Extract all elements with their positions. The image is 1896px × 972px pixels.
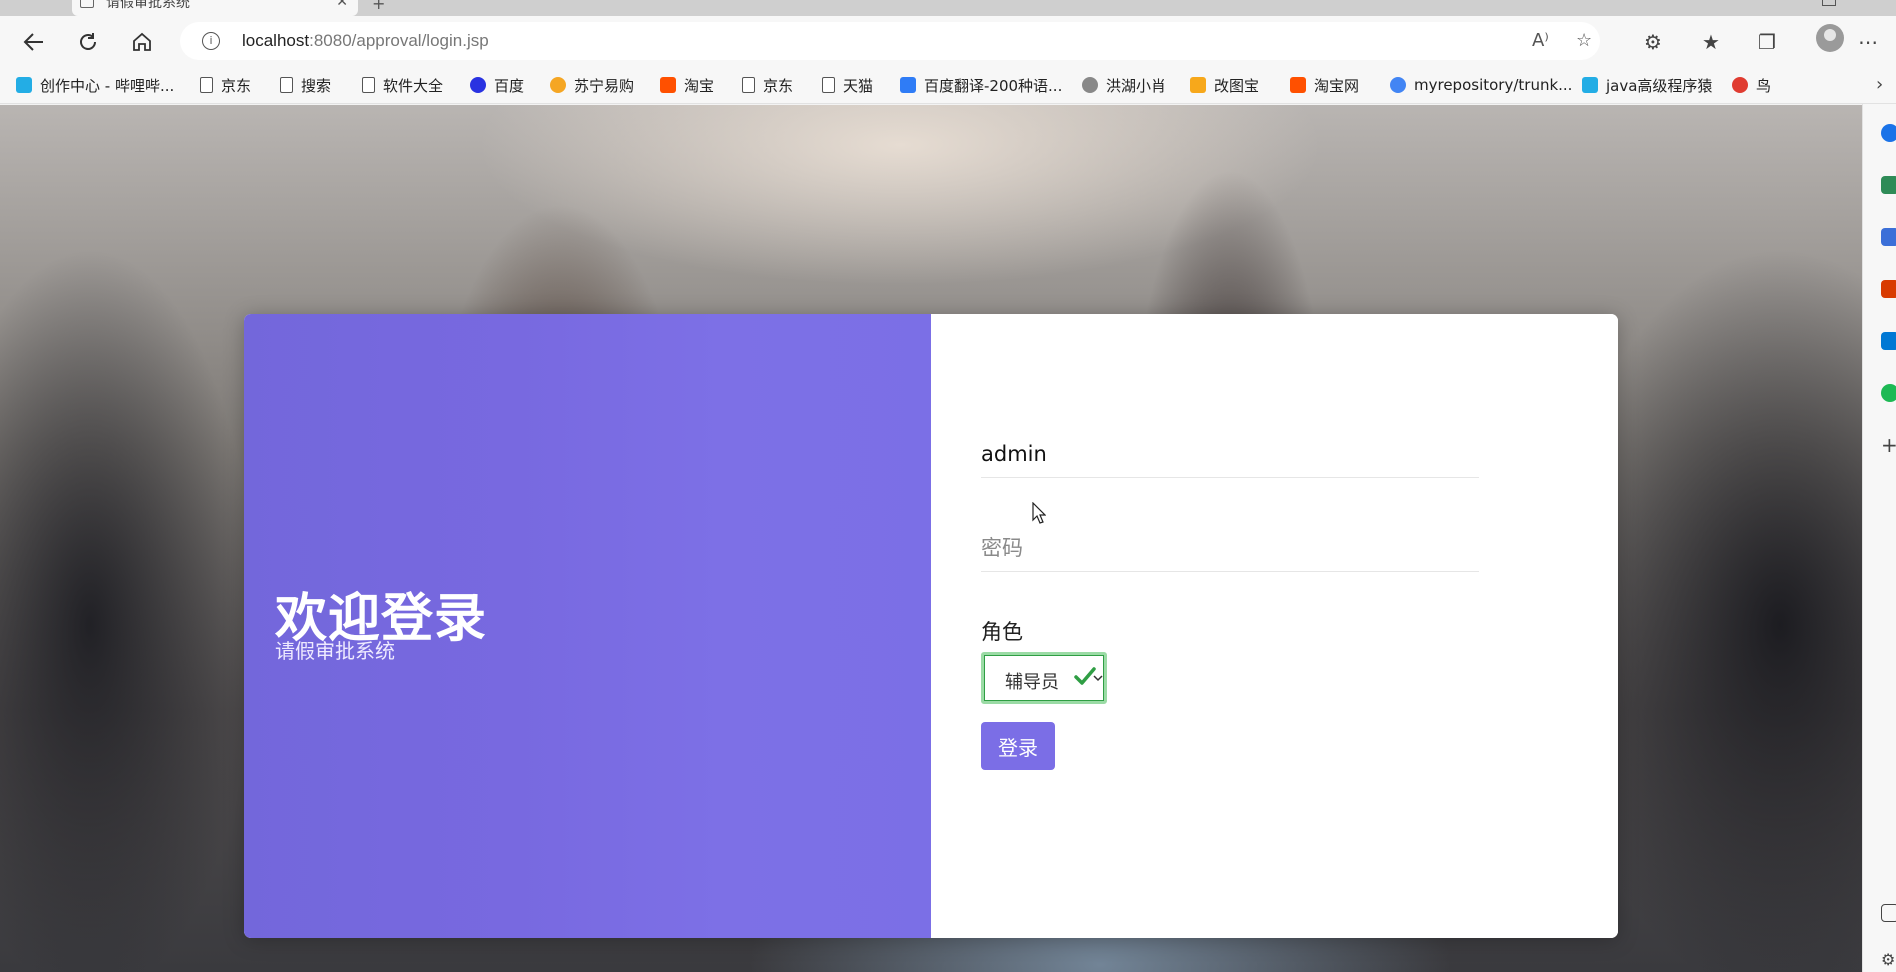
password-input[interactable]: [981, 524, 1479, 572]
collections-icon[interactable]: ❐: [1758, 30, 1776, 54]
add-icon[interactable]: +: [1881, 435, 1896, 455]
page-icon: [80, 0, 94, 8]
bookmark-item[interactable]: 天猫: [822, 75, 873, 95]
bookmark-item[interactable]: 苏宁易购: [550, 75, 634, 95]
bookmark-item[interactable]: 洪湖小肖: [1082, 75, 1166, 95]
more-menu-icon[interactable]: ⋯: [1858, 30, 1878, 54]
spotify-icon[interactable]: [1881, 384, 1896, 402]
bookmark-item[interactable]: 软件大全: [362, 75, 443, 95]
bilibili-icon: [16, 77, 32, 93]
outlook-icon[interactable]: [1881, 332, 1896, 350]
login-form: 角色 辅导员 登录: [931, 314, 1618, 938]
bookmark-item[interactable]: 淘宝: [660, 75, 714, 95]
bookmark-item[interactable]: 京东: [742, 75, 793, 95]
profile-avatar[interactable]: [1816, 24, 1844, 52]
chevron-down-icon: [1093, 675, 1103, 682]
role-label: 角色: [981, 620, 1023, 644]
login-button[interactable]: 登录: [981, 722, 1055, 770]
bookmark-item[interactable]: 搜索: [280, 75, 331, 95]
role-select-box[interactable]: 辅导员: [984, 655, 1104, 701]
chrome-icon: [1390, 77, 1406, 93]
taobao-icon: [1290, 77, 1306, 93]
page-icon: [200, 77, 213, 93]
address-bar[interactable]: i localhost:8080/approval/login.jsp A⁾ ☆: [180, 22, 1600, 60]
favorites-icon[interactable]: ★: [1702, 30, 1720, 54]
bookmarks-bar: 创作中心 - 哔哩哔... 京东 搜索 软件大全 百度 苏宁易购 淘宝 京东 天…: [0, 66, 1896, 104]
add-favorite-icon[interactable]: ☆: [1576, 30, 1592, 51]
bookmark-item[interactable]: 百度翻译-200种语...: [900, 75, 1062, 95]
read-aloud-icon[interactable]: A⁾: [1532, 30, 1549, 51]
bookmark-item[interactable]: 百度: [470, 75, 524, 95]
back-icon[interactable]: [18, 26, 50, 58]
page-icon: [822, 77, 835, 93]
page-icon: [742, 77, 755, 93]
translate-icon: [900, 77, 916, 93]
bookmark-item[interactable]: 鸟: [1732, 75, 1771, 95]
system-subtitle: 请假审批系统: [275, 639, 395, 663]
shopping-icon[interactable]: [1881, 176, 1896, 194]
url-text[interactable]: localhost:8080/approval/login.jsp: [242, 31, 489, 51]
gaitubao-icon: [1190, 77, 1206, 93]
bilibili-icon: [1582, 77, 1598, 93]
bird-icon: [1732, 77, 1748, 93]
baidu-icon: [470, 77, 486, 93]
role-select-value: 辅导员: [1005, 672, 1059, 693]
username-input[interactable]: [981, 430, 1479, 478]
office-icon[interactable]: [1881, 280, 1896, 298]
page-background: 欢迎登录 请假审批系统 角色 辅导员 登录: [0, 105, 1862, 972]
bookmark-item[interactable]: myrepository/trunk...: [1390, 75, 1572, 95]
login-card: 欢迎登录 请假审批系统 角色 辅导员 登录: [244, 314, 1618, 938]
people-icon[interactable]: [1881, 228, 1896, 246]
extensions-icon[interactable]: ⚙: [1644, 30, 1662, 54]
page-icon: [362, 77, 375, 93]
bookmark-item[interactable]: 京东: [200, 75, 251, 95]
bookmark-item[interactable]: 淘宝网: [1290, 75, 1359, 95]
refresh-icon[interactable]: [72, 26, 104, 58]
sidebar-collapse-icon[interactable]: [1881, 904, 1896, 922]
mouse-cursor-icon: [1032, 502, 1046, 524]
bird-icon: [1082, 77, 1098, 93]
browser-tab[interactable]: 请假审批系统 ✕: [72, 0, 358, 16]
tab-title: 请假审批系统: [106, 0, 190, 10]
navigation-bar: i localhost:8080/approval/login.jsp A⁾ ☆…: [0, 16, 1896, 66]
bookmark-item[interactable]: 改图宝: [1190, 75, 1259, 95]
browser-sidebar: + ⚙: [1862, 104, 1896, 972]
info-icon[interactable]: i: [202, 32, 220, 50]
window-restore-icon[interactable]: [1822, 0, 1836, 6]
bookmark-item[interactable]: 创作中心 - 哔哩哔...: [16, 75, 174, 95]
bookmark-item[interactable]: java高级程序猿: [1582, 75, 1712, 95]
settings-icon[interactable]: ⚙: [1881, 950, 1896, 969]
search-icon[interactable]: [1881, 124, 1896, 142]
tab-strip: 请假审批系统 ✕ +: [0, 0, 1896, 16]
suning-icon: [550, 77, 566, 93]
taobao-icon: [660, 77, 676, 93]
close-icon[interactable]: ✕: [336, 0, 348, 10]
role-select[interactable]: 辅导员: [981, 652, 1107, 704]
new-tab-icon[interactable]: +: [372, 0, 385, 13]
home-icon[interactable]: [126, 26, 158, 58]
chevron-right-icon[interactable]: ›: [1876, 74, 1883, 95]
page-icon: [280, 77, 293, 93]
welcome-panel: 欢迎登录 请假审批系统: [244, 314, 931, 938]
